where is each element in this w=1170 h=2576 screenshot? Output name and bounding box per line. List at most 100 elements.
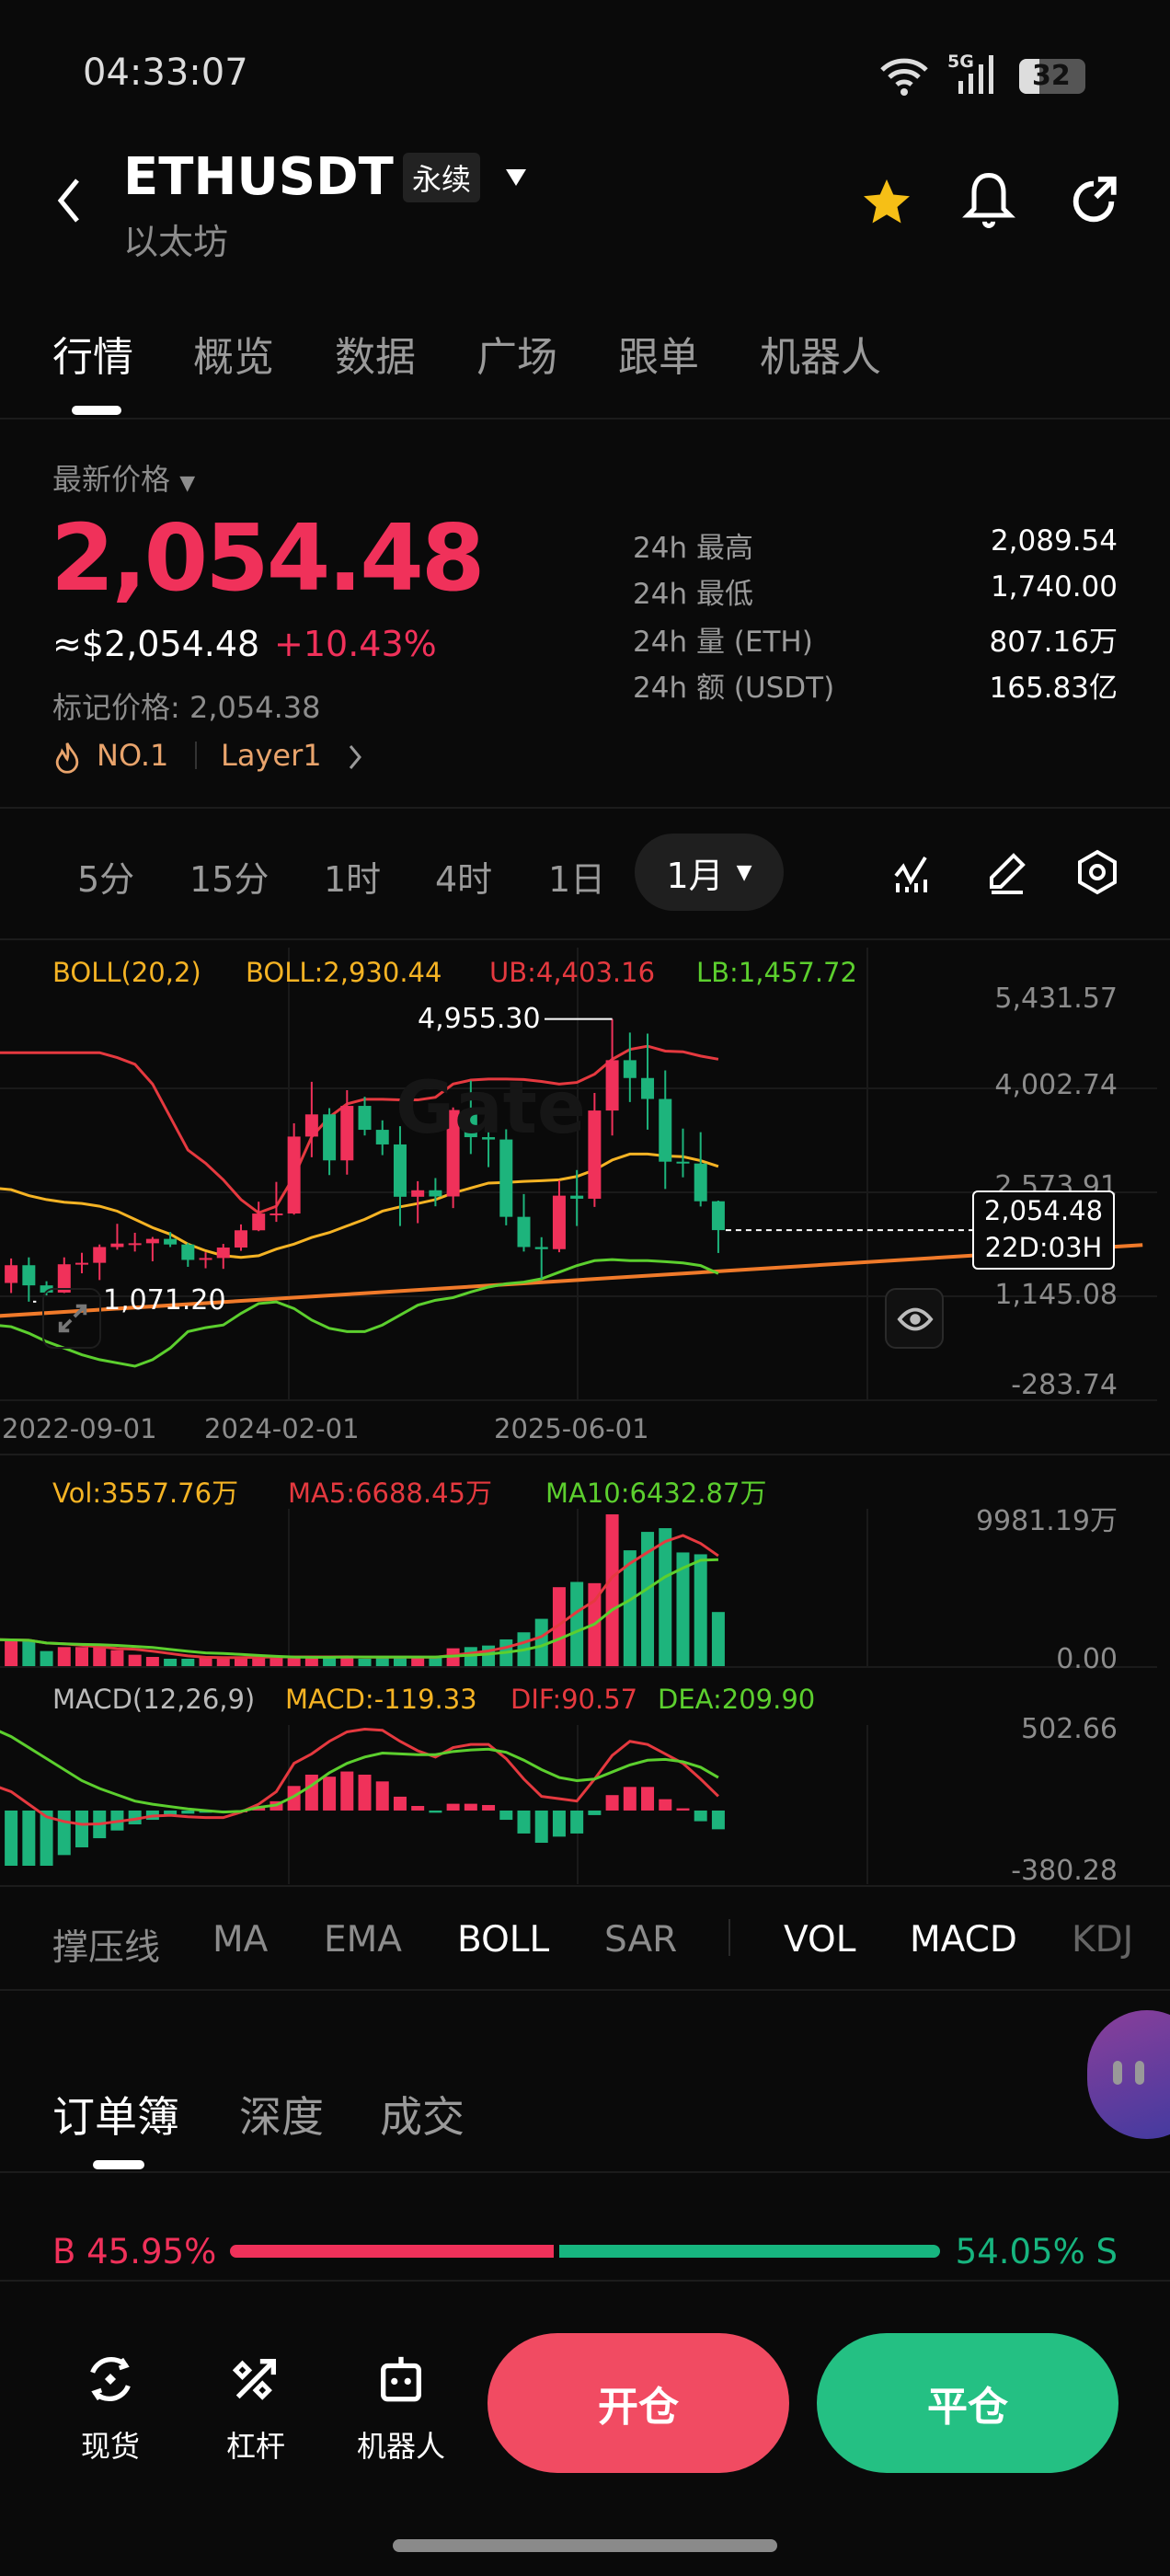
boll-legend-mid: BOLL:2,930.44 <box>246 957 442 988</box>
tab-depth[interactable]: 深度 <box>239 2084 324 2145</box>
vol-legend: Vol:3557.76万 <box>52 1478 239 1509</box>
volume-bar <box>57 1647 71 1666</box>
candle-body <box>252 1213 266 1231</box>
close-position-button[interactable]: 平仓 <box>817 2333 1118 2473</box>
candle-body <box>641 1077 655 1099</box>
candle-body <box>659 1098 672 1162</box>
macd-legend-dif: DIF:90.57 <box>510 1684 638 1715</box>
nav-leverage-label: 杠杆 <box>225 2429 285 2464</box>
current-price-tag[interactable]: 2,054.48 22D:03H <box>972 1190 1115 1270</box>
candle-body <box>552 1195 566 1249</box>
indicator-boll[interactable]: BOLL <box>457 1919 549 1961</box>
price-axis-tick: 5,431.57 <box>994 983 1118 1015</box>
candle-body <box>304 1114 318 1137</box>
candle-body <box>164 1238 178 1245</box>
leverage-icon <box>232 2359 276 2400</box>
volume-bar <box>93 1647 107 1666</box>
macd-histogram-bar <box>5 1810 18 1866</box>
candle-body <box>605 1060 619 1111</box>
indicator-vol[interactable]: VOL <box>784 1919 855 1961</box>
candle-body <box>676 1161 690 1164</box>
indicator-support-resistance[interactable]: 撑压线 <box>52 1919 160 1971</box>
active-tab-indicator <box>93 2160 144 2169</box>
low-annotation: 1,071.20 <box>103 1284 226 1317</box>
macd-histogram-bar <box>552 1810 566 1837</box>
macd-histogram-bar <box>411 1806 425 1811</box>
visibility-toggle-button[interactable] <box>885 1288 944 1349</box>
candle-body <box>623 1060 637 1078</box>
macd-histogram-bar <box>623 1787 637 1811</box>
candle-body <box>234 1230 247 1248</box>
candle-body <box>534 1247 548 1249</box>
candle-body <box>93 1247 107 1263</box>
macd-histogram-bar <box>75 1810 88 1847</box>
kline-chart[interactable] <box>0 0 1170 1895</box>
candle-body <box>711 1201 725 1231</box>
macd-histogram-bar <box>304 1774 318 1811</box>
sell-ratio-fill <box>558 2245 940 2258</box>
nav-robot-label: 机器人 <box>356 2429 445 2464</box>
macd-legend-dea: DEA:209.90 <box>658 1684 816 1715</box>
macd-histogram-bar <box>358 1774 372 1811</box>
macd-histogram-bar <box>323 1777 337 1811</box>
candle-body <box>340 1106 354 1161</box>
nav-robot[interactable]: 机器人 <box>346 2346 456 2466</box>
tab-trades[interactable]: 成交 <box>380 2084 465 2145</box>
nav-leverage[interactable]: 杠杆 <box>201 2346 311 2466</box>
indicator-kdj[interactable]: KDJ <box>1072 1919 1133 1961</box>
volume-bar <box>605 1514 619 1666</box>
x-axis-tick: 2022-09-01 <box>2 1413 157 1444</box>
volume-bar <box>711 1612 725 1666</box>
candle-body <box>694 1163 707 1202</box>
candle-body <box>429 1190 442 1197</box>
candle-body <box>22 1265 36 1286</box>
candle-body <box>588 1110 602 1199</box>
indicator-ema[interactable]: EMA <box>324 1919 402 1961</box>
price-axis-tick: 4,002.74 <box>994 1069 1118 1101</box>
indicator-macd[interactable]: MACD <box>910 1919 1017 1961</box>
macd-histogram-bar <box>694 1810 707 1822</box>
macd-legend-value: MACD:-119.33 <box>285 1684 477 1715</box>
divider <box>0 2280 1170 2282</box>
home-indicator[interactable] <box>393 2539 777 2552</box>
nav-spot[interactable]: 现货 <box>55 2346 166 2466</box>
boll-legend-lb: LB:1,457.72 <box>696 957 857 988</box>
volume-bar <box>145 1656 159 1666</box>
spot-icon <box>90 2356 131 2402</box>
boll-legend-name: BOLL(20,2) <box>52 957 201 988</box>
chart-watermark: Gate <box>396 1067 586 1150</box>
divider <box>0 2171 1170 2173</box>
tab-order-book[interactable]: 订单簿 <box>52 2084 179 2145</box>
candle-body <box>570 1195 584 1199</box>
candle-body <box>145 1238 159 1244</box>
candle-countdown: 22D:03H <box>984 1232 1103 1263</box>
volume-bar <box>164 1658 178 1666</box>
candle-body <box>323 1114 337 1161</box>
high-annotation: 4,955.30 <box>418 1003 541 1035</box>
macd-histogram-bar <box>570 1810 584 1834</box>
indicator-ma[interactable]: MA <box>212 1919 268 1961</box>
fullscreen-button[interactable] <box>42 1288 101 1349</box>
candle-body <box>5 1265 18 1283</box>
volume-bar <box>482 1645 496 1666</box>
indicator-sar[interactable]: SAR <box>604 1919 677 1961</box>
macd-histogram-bar <box>181 1810 195 1814</box>
robot-icon <box>381 2356 421 2402</box>
macd-histogram-bar <box>340 1771 354 1811</box>
macd-histogram-bar <box>57 1810 71 1856</box>
watermark-text: Gate <box>396 1067 586 1150</box>
candle-body <box>411 1190 425 1197</box>
buy-ratio-fill <box>230 2245 554 2258</box>
candle-body <box>358 1106 372 1131</box>
open-position-button[interactable]: 开仓 <box>488 2333 789 2473</box>
candle-body <box>75 1262 88 1265</box>
candle-body <box>393 1144 407 1197</box>
volume-bar <box>659 1528 672 1666</box>
assistant-floating-button[interactable] <box>1087 2010 1170 2139</box>
expand-icon <box>58 1304 87 1333</box>
macd-axis-tick: 502.66 <box>1021 1713 1118 1745</box>
candle-body <box>110 1243 124 1248</box>
volume-bar <box>110 1650 124 1666</box>
eye-icon <box>897 1307 934 1331</box>
macd-axis-tick: -380.28 <box>1011 1855 1118 1887</box>
